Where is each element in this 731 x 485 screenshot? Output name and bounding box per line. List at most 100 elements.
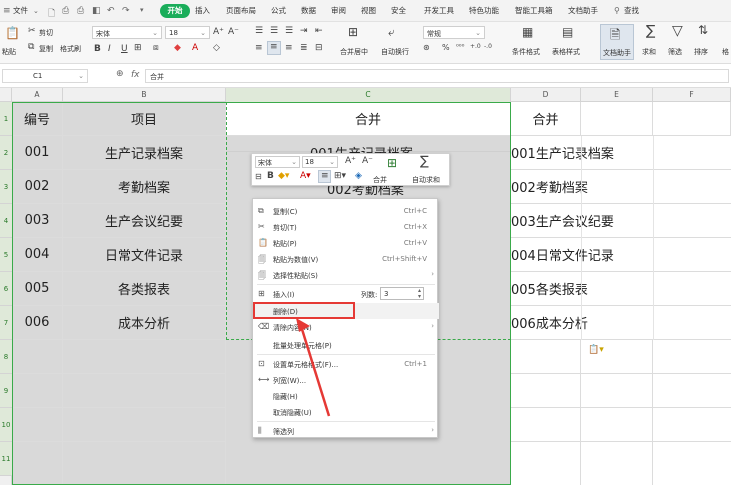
copy-button[interactable]: 复制 xyxy=(39,44,53,54)
table-style-button[interactable]: 表格样式 xyxy=(552,47,580,57)
clear-icon[interactable]: ◈ xyxy=(355,171,362,181)
tab-page-layout[interactable]: 页面布局 xyxy=(226,5,256,16)
cell-d2[interactable]: 001生产记录档案 xyxy=(511,136,731,170)
merge-center-icon[interactable]: ⊞ xyxy=(348,25,358,39)
tab-view[interactable]: 视图 xyxy=(361,5,376,16)
mini-font-size[interactable]: 18 ⌄ xyxy=(302,156,338,168)
increase-decimal-icon[interactable]: +.0 xyxy=(470,43,481,50)
menu-item-paste[interactable]: 📋 粘贴(P) Ctrl+V xyxy=(253,235,439,251)
sum-button[interactable]: 求和 xyxy=(642,47,656,57)
cell-d7[interactable]: 006成本分析 xyxy=(511,306,731,340)
menu-item-hide[interactable]: 隐藏(H) xyxy=(253,388,439,404)
decrease-font-icon[interactable]: A⁻ xyxy=(362,156,373,166)
sort-button[interactable]: 排序 xyxy=(694,47,708,57)
tab-insert[interactable]: 插入 xyxy=(195,5,210,16)
menu-item-copy[interactable]: ⧉ 复制(C) Ctrl+C xyxy=(253,203,439,219)
select-all-corner[interactable] xyxy=(0,88,12,102)
menu-item-insert[interactable]: ⊞ 插入(I) 列数: 3 ▴ ▾ xyxy=(253,286,439,302)
tab-special[interactable]: 特色功能 xyxy=(469,5,499,16)
mini-bold-button[interactable]: B xyxy=(267,171,274,181)
sum-icon[interactable]: ∑ xyxy=(646,23,655,39)
merge-icon[interactable]: ⊞ xyxy=(387,156,397,170)
spinner-icon[interactable]: ▴ ▾ xyxy=(418,288,421,300)
outdent-icon[interactable]: ⇤ xyxy=(315,26,323,36)
indent-icon[interactable]: ⇥ xyxy=(300,26,308,36)
filter-icon[interactable]: ▽ xyxy=(672,23,683,39)
underline-icon[interactable]: U xyxy=(121,44,128,54)
preview-icon[interactable]: ◧ xyxy=(92,6,101,16)
align-right-icon[interactable]: ≡ xyxy=(285,43,293,53)
doc-helper-button[interactable]: 🗎 文档助手 xyxy=(600,24,634,60)
format-painter-button[interactable]: 格式刷 xyxy=(60,44,81,54)
column-header-c[interactable]: C xyxy=(226,88,511,102)
paste-icon[interactable]: 📋 xyxy=(5,26,20,40)
search-icon[interactable]: ⚲ xyxy=(614,6,620,15)
column-header-f[interactable]: F xyxy=(653,88,731,102)
tab-data[interactable]: 数据 xyxy=(301,5,316,16)
cell-e1[interactable] xyxy=(581,102,653,136)
undo-icon[interactable]: ↶ xyxy=(107,6,115,16)
conditional-format-icon[interactable]: ▦ xyxy=(522,25,533,39)
column-header-b[interactable]: B xyxy=(63,88,226,102)
format-painter-icon[interactable]: ⊟ xyxy=(255,172,262,181)
scissors-icon[interactable]: ✂ xyxy=(28,26,36,36)
row-header-10[interactable]: 10 xyxy=(0,408,12,442)
distribute-icon[interactable]: ⊟ xyxy=(315,43,323,53)
row-header-11[interactable]: 11 xyxy=(0,442,12,476)
font-name-select[interactable]: 宋体 ⌄ xyxy=(92,26,162,39)
row-header-7[interactable]: 7 xyxy=(0,306,12,340)
row-header-8[interactable]: 8 xyxy=(0,340,12,374)
thousands-icon[interactable]: ⁰⁰⁰ xyxy=(456,43,464,51)
filter-button[interactable]: 筛选 xyxy=(668,47,682,57)
column-header-e[interactable]: E xyxy=(581,88,653,102)
menu-item-unhide[interactable]: 取消隐藏(U) xyxy=(253,404,439,420)
row-header-3[interactable]: 3 xyxy=(0,170,12,204)
italic-icon[interactable]: I xyxy=(108,44,111,54)
mini-merge-button[interactable]: 合并 xyxy=(373,175,387,185)
tab-doc-helper[interactable]: 文档助手 xyxy=(568,5,598,16)
cell-d3[interactable]: 002考勤档案 xyxy=(511,170,731,204)
menu-item-cut[interactable]: ✂ 剪切(T) Ctrl+X xyxy=(253,219,439,235)
cell-f1[interactable] xyxy=(653,102,731,136)
font-size-select[interactable]: 18 ⌄ xyxy=(165,26,210,39)
fx-icon[interactable]: fx xyxy=(131,70,140,80)
cell-d4[interactable]: 003生产会议纪要 xyxy=(511,204,731,238)
decrease-decimal-icon[interactable]: -.0 xyxy=(484,43,492,50)
number-format-select[interactable]: 常规 ⌄ xyxy=(423,26,485,39)
redo-icon[interactable]: ↷ xyxy=(122,6,130,16)
merge-center-button[interactable]: 合并居中 xyxy=(340,47,368,57)
align-left-icon[interactable]: ≡ xyxy=(255,43,263,53)
auto-wrap-button[interactable]: 自动换行 xyxy=(381,47,409,57)
align-center-button[interactable]: ≡ xyxy=(267,41,281,55)
tab-formulas[interactable]: 公式 xyxy=(271,5,286,16)
row-header-6[interactable]: 6 xyxy=(0,272,12,306)
align-middle-icon[interactable]: ☰ xyxy=(270,26,278,36)
print-icon[interactable]: ⎙ xyxy=(77,6,84,16)
menu-file[interactable]: 文件 xyxy=(13,5,28,16)
tab-developer[interactable]: 开发工具 xyxy=(424,5,454,16)
mini-font-name[interactable]: 宋体 ⌄ xyxy=(255,156,300,168)
search-label[interactable]: 查找 xyxy=(624,5,639,16)
name-box[interactable]: C1 ⌄ xyxy=(2,69,88,83)
row-header-5[interactable]: 5 xyxy=(0,238,12,272)
paste-options-icon[interactable]: 📋▾ xyxy=(588,345,604,355)
fill-bucket-icon[interactable]: ◆ xyxy=(174,43,181,53)
column-header-a[interactable]: A xyxy=(12,88,63,102)
conditional-format-button[interactable]: 条件格式 xyxy=(512,47,540,57)
save-icon[interactable]: 🗋 xyxy=(48,6,55,22)
menu-item-format-cells[interactable]: ⊡ 设置单元格格式(F)... Ctrl+1 xyxy=(253,356,439,372)
cell-d1[interactable]: 合并 xyxy=(511,102,581,136)
bold-icon[interactable]: B xyxy=(94,44,101,54)
cell-d6[interactable]: 005各类报表 xyxy=(511,272,731,306)
cell-d5[interactable]: 004日常文件记录 xyxy=(511,238,731,272)
border-icon[interactable]: ⊞▾ xyxy=(334,171,346,181)
justify-icon[interactable]: ≣ xyxy=(300,43,308,53)
fill-color-icon[interactable]: ◆▾ xyxy=(278,171,289,181)
font-color-icon[interactable]: A xyxy=(192,43,198,53)
tab-security[interactable]: 安全 xyxy=(391,5,406,16)
hamburger-icon[interactable]: ≡ xyxy=(3,6,11,16)
menu-item-batch-process[interactable]: 批量处理单元格(P) xyxy=(253,337,439,353)
mini-align-center-button[interactable]: ≡ xyxy=(318,170,331,183)
tab-start[interactable]: 开始 xyxy=(160,4,190,18)
table-style-icon[interactable]: ▤ xyxy=(562,25,573,39)
